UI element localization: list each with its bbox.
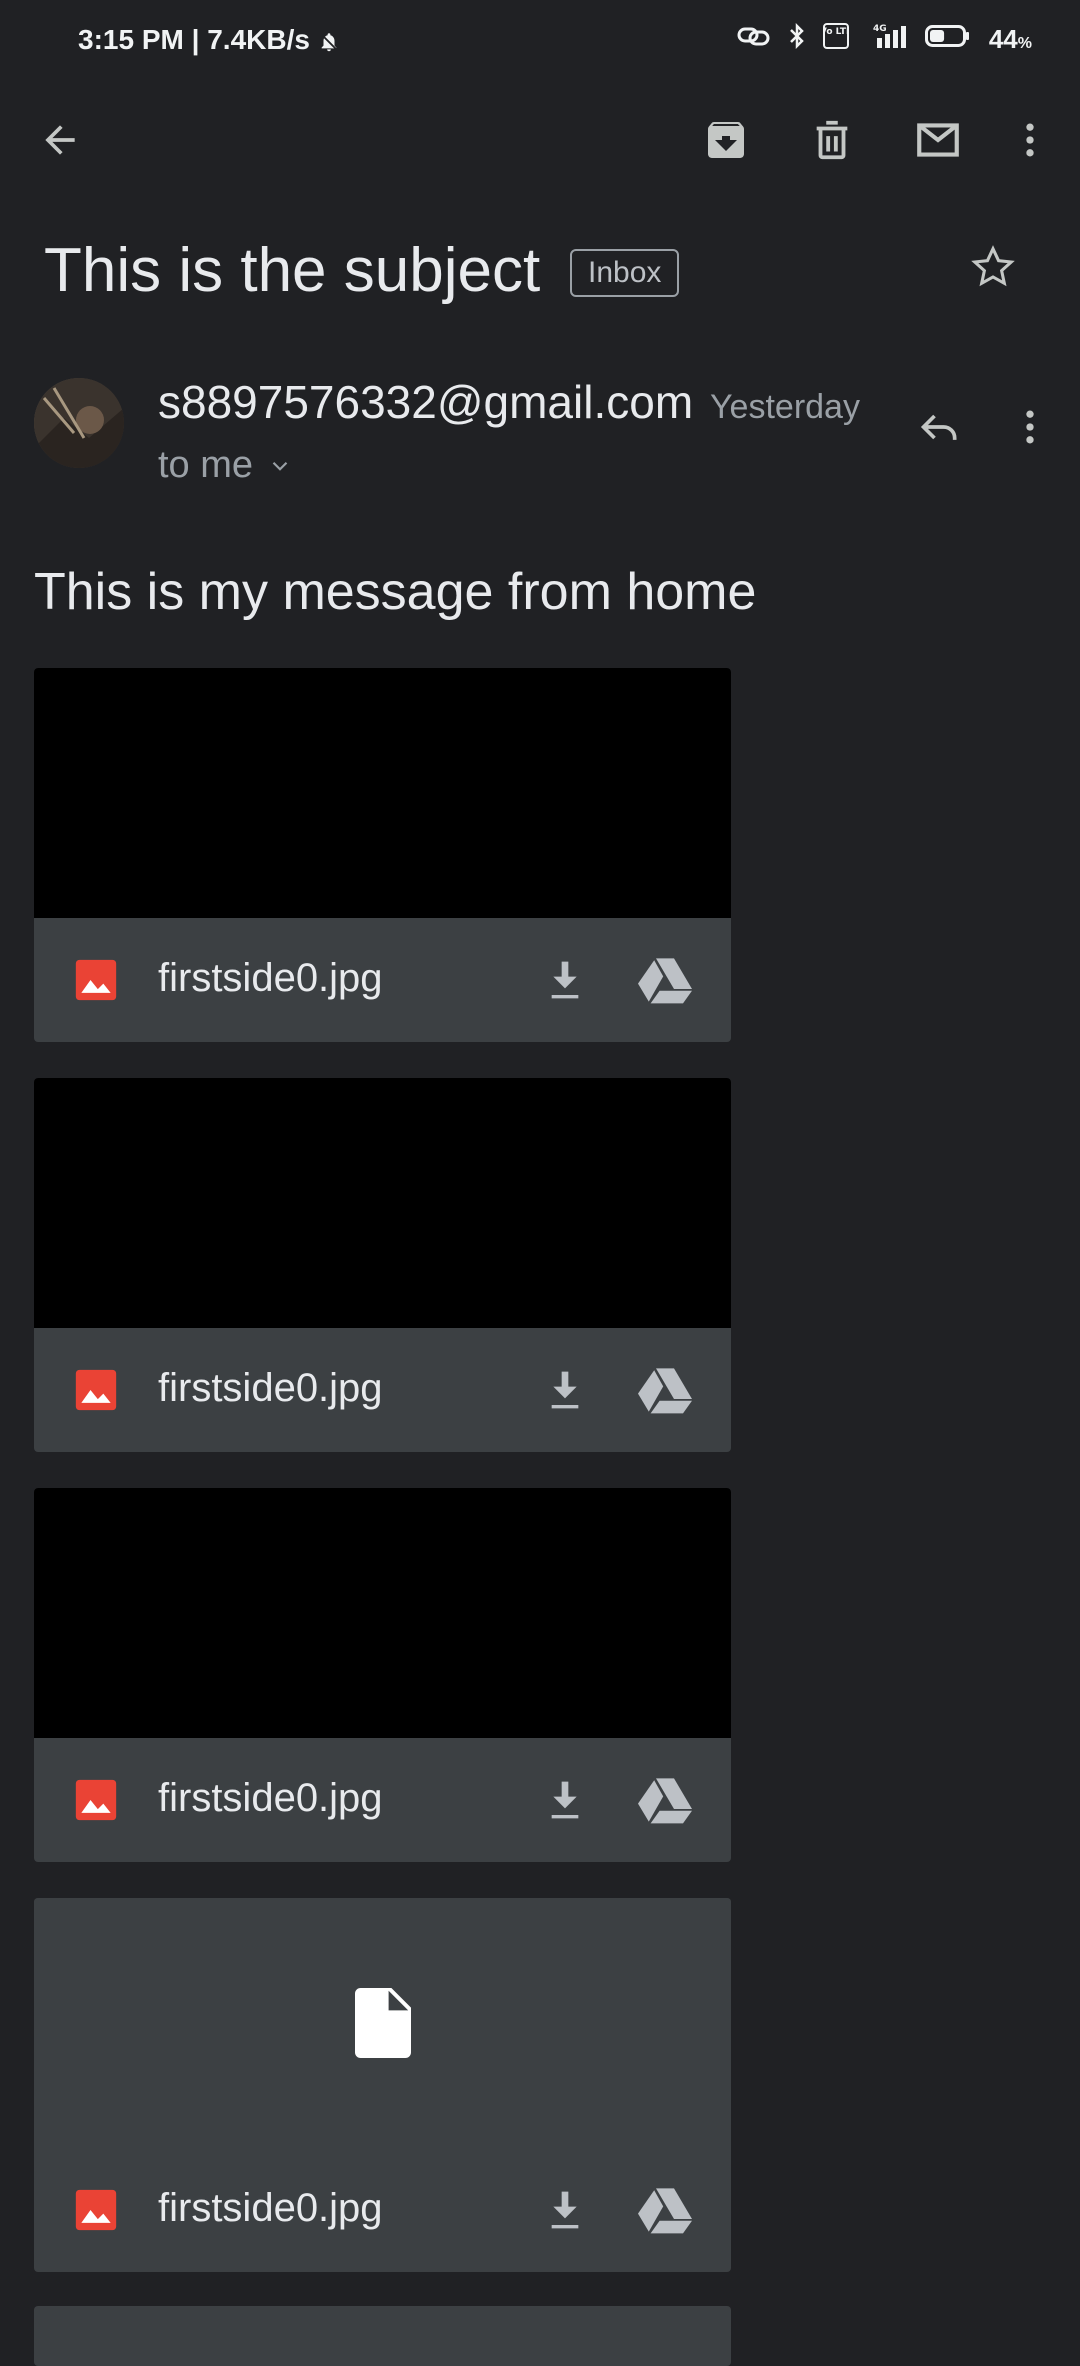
drive-icon <box>638 1368 692 1414</box>
trash-icon <box>816 120 848 160</box>
delete-button[interactable] <box>800 108 864 172</box>
volte-icon: Vo LTE <box>820 23 852 56</box>
attachment-preview[interactable] <box>34 1488 731 1738</box>
download-icon <box>551 961 579 999</box>
more-vert-icon <box>1026 410 1034 444</box>
recipient-details-toggle[interactable]: to me <box>158 444 293 487</box>
save-to-drive-button[interactable] <box>634 2182 696 2238</box>
save-to-drive-button[interactable] <box>634 1362 696 1418</box>
drive-icon <box>638 1778 692 1824</box>
inbox-label-chip[interactable]: Inbox <box>570 249 680 297</box>
attachment-bar: firstside0.jpg <box>34 1328 731 1452</box>
battery-percent: 44% <box>989 24 1032 55</box>
image-file-icon <box>75 1369 117 1411</box>
email-subject: This is the subject <box>44 236 541 305</box>
mark-unread-button[interactable] <box>906 108 970 172</box>
image-file-icon <box>75 959 117 1001</box>
status-time-text: 3:15 PM | 7.4KB/s <box>78 24 310 55</box>
attachment-bar: firstside0.jpg <box>34 2148 731 2272</box>
download-icon <box>551 1781 579 1819</box>
reply-icon <box>920 414 957 440</box>
chevron-down-icon <box>272 461 288 471</box>
more-options-button[interactable] <box>1000 108 1060 172</box>
attachment-card-partial[interactable] <box>34 2306 731 2366</box>
attachment-name: firstside0.jpg <box>158 956 383 1000</box>
subject-row: This is the subject Inbox <box>44 235 1044 325</box>
avatar-photo <box>34 378 124 468</box>
more-vert-icon <box>1026 123 1034 157</box>
image-file-icon <box>75 2189 117 2231</box>
sender-avatar[interactable] <box>34 378 124 468</box>
message-more-button[interactable] <box>1000 392 1060 462</box>
download-button[interactable] <box>537 1772 593 1828</box>
attachment-name: firstside0.jpg <box>158 1776 383 1820</box>
image-file-icon <box>75 1779 117 1821</box>
status-bar: 3:15 PM | 7.4KB/s Vo LTE 4G 44% <box>0 0 1080 80</box>
sender-email[interactable]: s8897576332@gmail.com <box>158 375 693 429</box>
download-button[interactable] <box>537 2182 593 2238</box>
archive-icon <box>708 122 744 158</box>
link-icon <box>737 24 771 55</box>
mail-icon <box>917 123 959 157</box>
bluetooth-icon <box>789 22 805 56</box>
drive-icon <box>638 2188 692 2234</box>
attachment-name: firstside0.jpg <box>158 1366 383 1410</box>
attachment-preview[interactable] <box>34 668 731 918</box>
star-button[interactable] <box>958 232 1028 302</box>
document-icon <box>354 1988 411 2058</box>
download-button[interactable] <box>537 952 593 1008</box>
star-icon <box>971 245 1015 287</box>
toolbar <box>0 100 1080 180</box>
battery-unit: % <box>1017 35 1032 52</box>
attachment-card[interactable]: firstside0.jpg <box>34 668 731 1042</box>
save-to-drive-button[interactable] <box>634 1772 696 1828</box>
notifications-off-icon <box>318 24 340 56</box>
status-time-speed: 3:15 PM | 7.4KB/s <box>78 24 340 56</box>
network-type-text: 4G <box>873 24 887 34</box>
status-icons: Vo LTE 4G 44% <box>737 22 1032 57</box>
drive-icon <box>638 958 692 1004</box>
attachment-card[interactable]: firstside0.jpg <box>34 1078 731 1452</box>
archive-button[interactable] <box>694 108 758 172</box>
battery-icon <box>924 24 971 55</box>
battery-value: 44 <box>988 24 1018 54</box>
attachment-preview[interactable] <box>34 1898 731 2148</box>
back-button[interactable] <box>28 108 92 172</box>
volte-text: Vo LTE <box>823 27 849 37</box>
email-time: Yesterday <box>710 388 860 426</box>
download-icon <box>551 2191 579 2229</box>
signal-icon: 4G <box>867 22 907 57</box>
download-icon <box>551 1371 579 1409</box>
download-button[interactable] <box>537 1362 593 1418</box>
attachment-name: firstside0.jpg <box>158 2186 383 2230</box>
attachment-card[interactable]: firstside0.jpg <box>34 1488 731 1862</box>
email-body: This is my message from home <box>34 563 757 621</box>
recipient-text: to me <box>158 444 254 486</box>
reply-button[interactable] <box>905 392 975 462</box>
back-arrow-icon <box>45 125 75 155</box>
attachment-bar: firstside0.jpg <box>34 918 731 1042</box>
save-to-drive-button[interactable] <box>634 952 696 1008</box>
attachment-bar: firstside0.jpg <box>34 1738 731 1862</box>
attachment-card[interactable]: firstside0.jpg <box>34 1898 731 2272</box>
attachment-preview[interactable] <box>34 1078 731 1328</box>
